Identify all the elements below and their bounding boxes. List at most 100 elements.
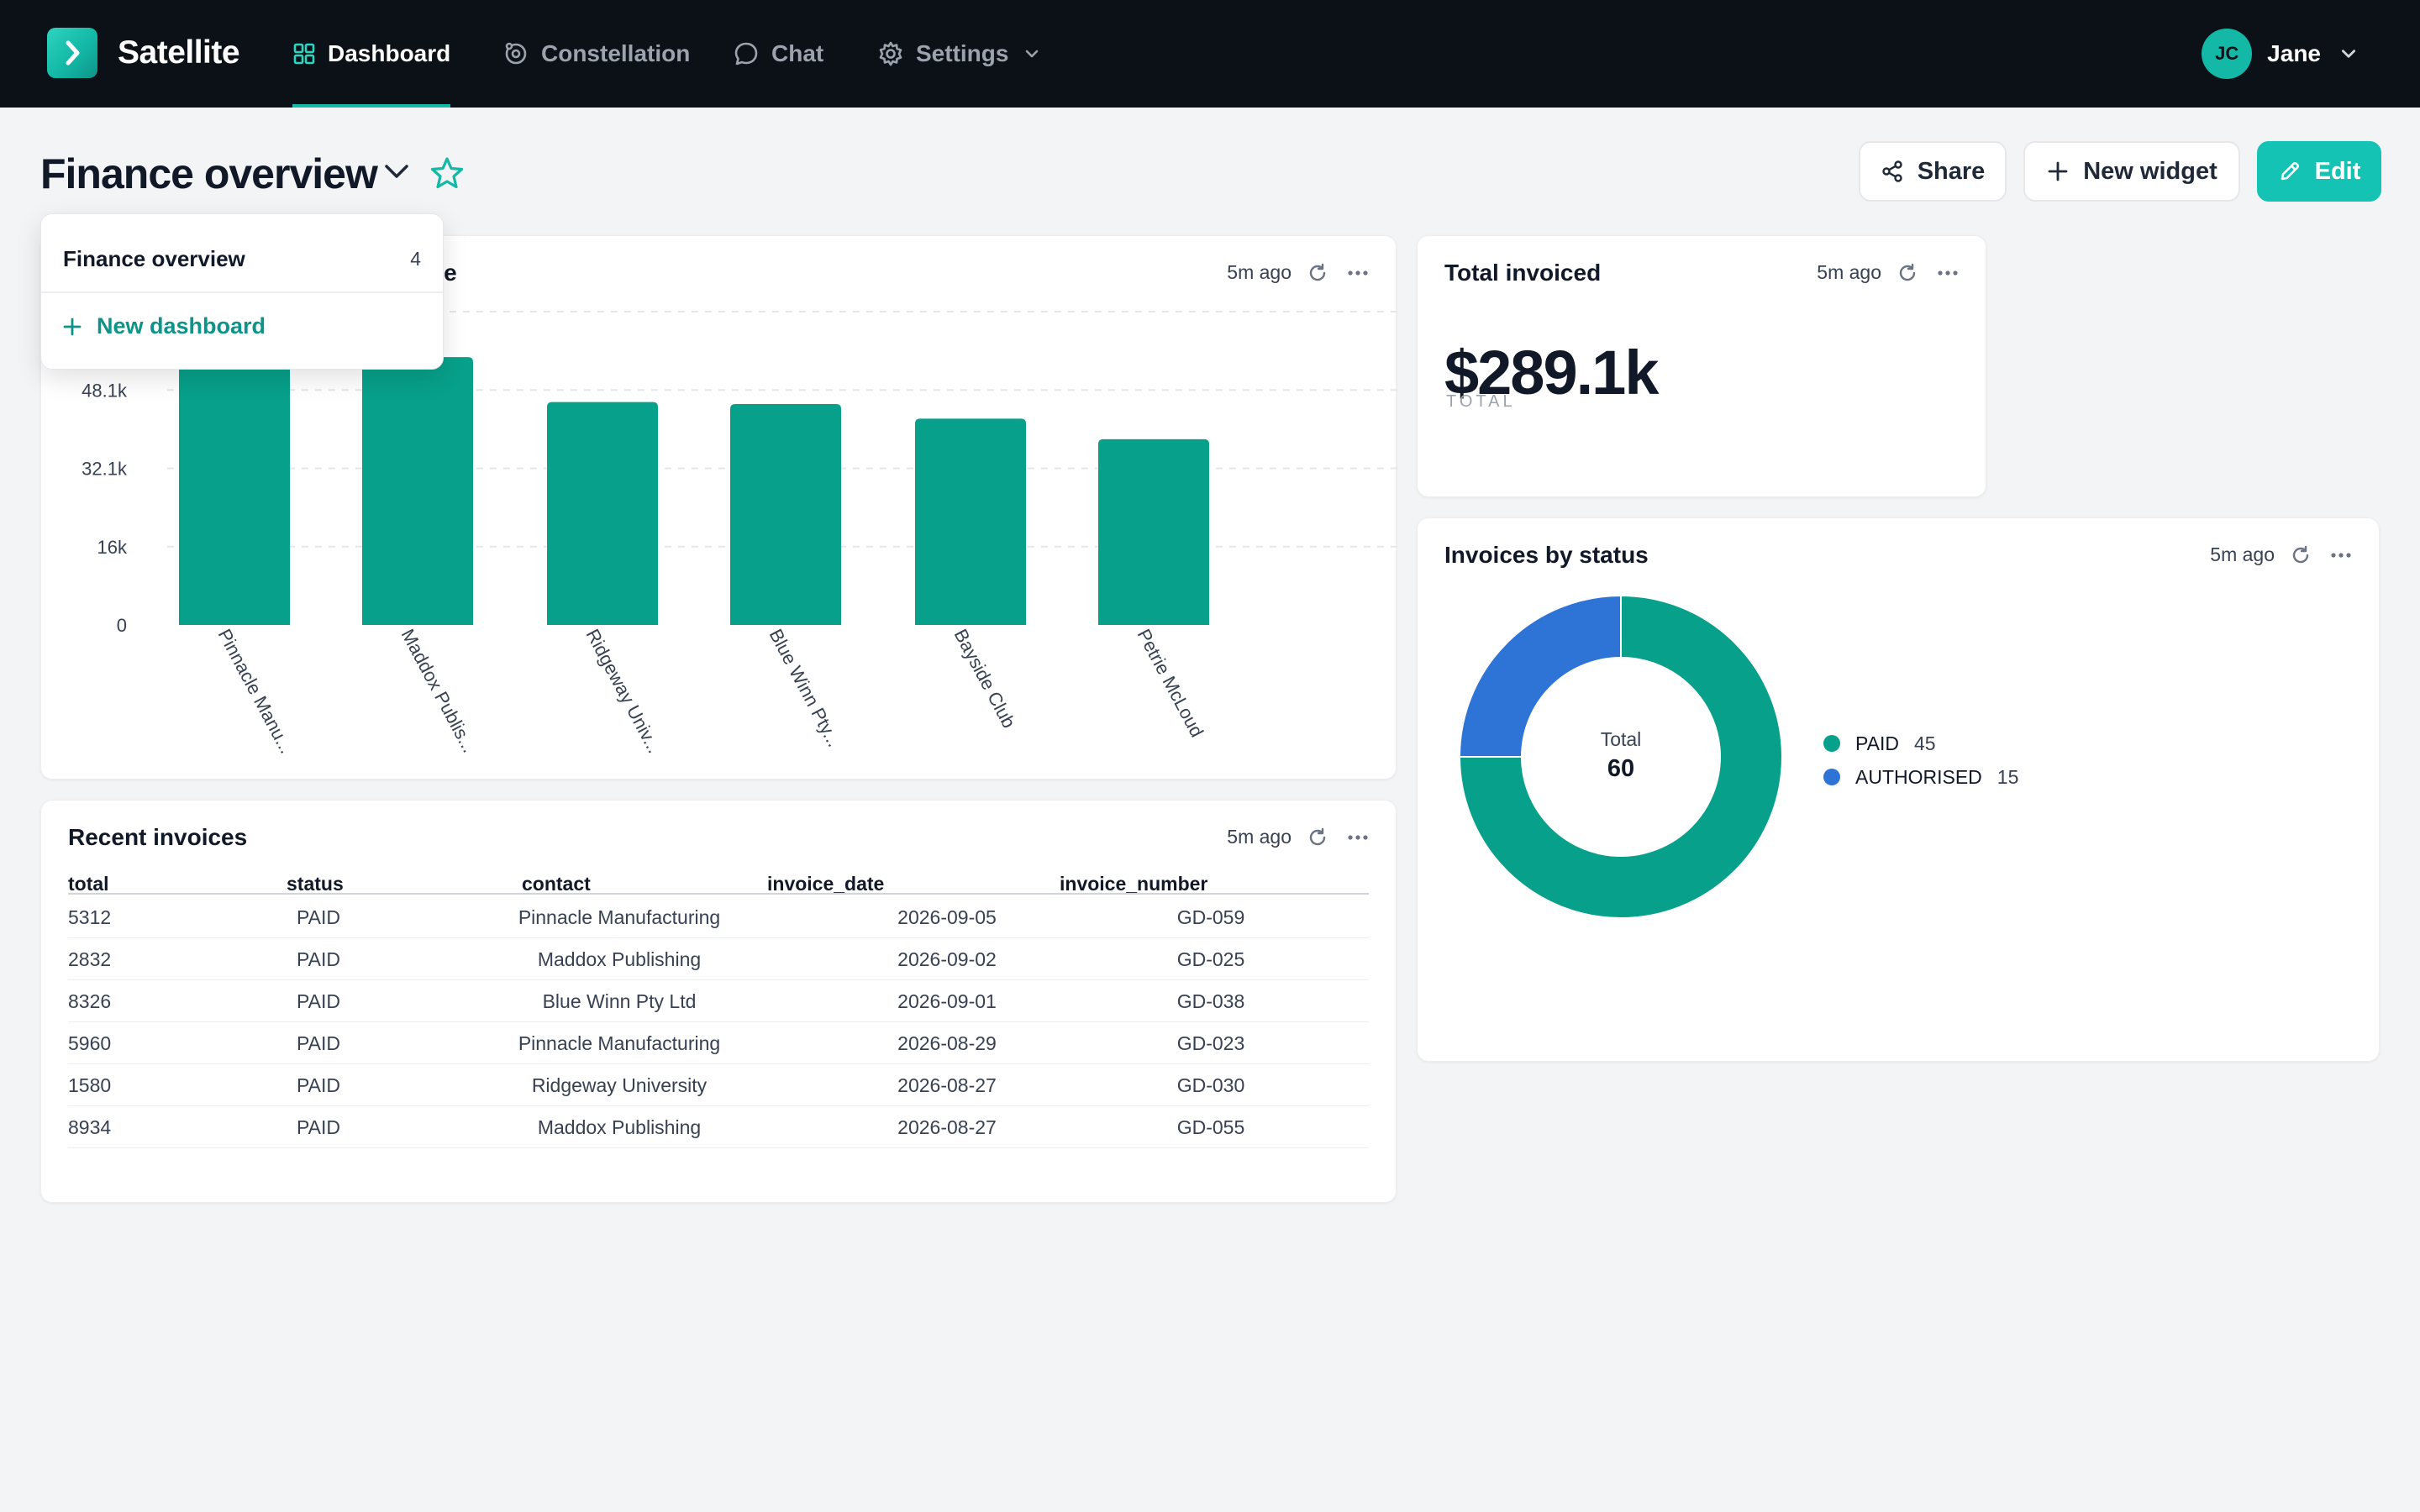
satellite-logo-icon bbox=[47, 28, 97, 78]
card-tools: 5m ago bbox=[2210, 543, 2352, 566]
column-header-total[interactable]: total bbox=[68, 873, 109, 895]
x-tick-label: Petrie McLoud bbox=[1134, 626, 1208, 741]
edit-label: Edit bbox=[2314, 157, 2361, 185]
nav-constellation-label: Constellation bbox=[541, 40, 691, 66]
brand[interactable]: Satellite bbox=[47, 28, 240, 78]
nav-constellation[interactable]: Constellation bbox=[502, 0, 690, 108]
table-cell-status: PAID bbox=[297, 1032, 340, 1054]
card-tools: 5m ago bbox=[1817, 261, 1959, 284]
x-tick-label: Pinnacle Manu... bbox=[214, 626, 297, 757]
table-cell-total: 5960 bbox=[68, 1032, 112, 1054]
table-row[interactable]: 8934 PAID Maddox Publishing 2026-08-27 GD-05… bbox=[68, 1106, 1369, 1148]
legend-count: 15 bbox=[1996, 765, 2019, 788]
nav-chat-label: Chat bbox=[771, 40, 824, 66]
total-invoiced-card: Total invoiced 5m ago $289.1k TOTAL bbox=[1417, 235, 1986, 497]
share-button[interactable]: Share bbox=[1859, 141, 2007, 202]
edit-button[interactable]: Edit bbox=[2257, 141, 2381, 202]
bar[interactable] bbox=[730, 403, 841, 625]
new-widget-button[interactable]: New widget bbox=[2023, 141, 2240, 202]
card-title: Recent invoices bbox=[68, 824, 248, 850]
table-header-divider bbox=[68, 893, 1369, 895]
card-title: Invoices by status bbox=[1444, 542, 1649, 568]
table-cell-invoice-number: GD-030 bbox=[1176, 1074, 1245, 1096]
nav-dashboard[interactable]: Dashboard bbox=[292, 0, 451, 108]
x-tick-label: Ridgeway Univ... bbox=[582, 626, 666, 757]
table-cell-invoice-number: GD-038 bbox=[1176, 990, 1245, 1012]
top-navigation: Satellite Dashboard Constellation Chat S… bbox=[0, 0, 2420, 108]
legend-count: 45 bbox=[1913, 732, 1936, 754]
table-cell-invoice-number: GD-023 bbox=[1176, 1032, 1245, 1054]
table-cell-total: 1580 bbox=[68, 1074, 112, 1096]
updated-ago: 5m ago bbox=[1817, 261, 1881, 283]
nav-chat[interactable]: Chat bbox=[733, 0, 823, 108]
table-row[interactable]: 5312 PAID Pinnacle Manufacturing 2026-09-05… bbox=[68, 896, 1369, 938]
avatar: JC bbox=[2202, 29, 2253, 79]
table-cell-invoice-date: 2026-09-05 bbox=[897, 906, 997, 928]
table-cell-invoice-date: 2026-08-27 bbox=[897, 1074, 997, 1096]
table-cell-invoice-date: 2026-08-27 bbox=[897, 1116, 997, 1138]
more-options-icon[interactable] bbox=[1347, 834, 1369, 841]
table-cell-invoice-date: 2026-09-01 bbox=[897, 990, 997, 1012]
table-row[interactable]: 8326 PAID Blue Winn Pty Ltd 2026-09-01 GD-03… bbox=[68, 980, 1369, 1022]
refresh-icon[interactable] bbox=[1307, 827, 1328, 848]
column-header-invoice-number[interactable]: invoice_number bbox=[1060, 873, 1207, 895]
donut-center-value: 60 bbox=[1607, 755, 1635, 782]
bar[interactable] bbox=[915, 418, 1026, 625]
bar[interactable] bbox=[1098, 438, 1209, 625]
new-dashboard-button[interactable]: New dashboard bbox=[63, 313, 266, 339]
legend-label: AUTHORISED bbox=[1855, 765, 1982, 788]
legend-item-paid[interactable]: PAID 45 bbox=[1823, 727, 2018, 760]
column-header-status[interactable]: status bbox=[287, 873, 344, 895]
favorite-star-icon[interactable] bbox=[429, 155, 466, 192]
table-cell-status: PAID bbox=[297, 1116, 340, 1138]
share-icon bbox=[1881, 160, 1902, 182]
user-menu[interactable]: JC Jane bbox=[2202, 29, 2358, 79]
page-title[interactable]: Finance overview bbox=[40, 150, 378, 198]
table-cell-contact: Ridgeway University bbox=[531, 1074, 708, 1096]
gear-icon bbox=[879, 41, 902, 66]
refresh-icon[interactable] bbox=[1897, 262, 1918, 284]
donut-center-label: Total bbox=[1600, 728, 1642, 750]
table-cell-total: 2832 bbox=[68, 948, 112, 970]
nav-settings[interactable]: Settings bbox=[877, 0, 1040, 108]
bar[interactable] bbox=[362, 357, 473, 625]
refresh-icon[interactable] bbox=[2290, 544, 2312, 566]
table-cell-total: 8326 bbox=[68, 990, 112, 1012]
column-header-contact[interactable]: contact bbox=[522, 873, 591, 895]
updated-ago: 5m ago bbox=[2210, 543, 2275, 565]
table-cell-total: 8934 bbox=[68, 1116, 112, 1138]
table-cell-contact: Blue Winn Pty Ltd bbox=[542, 990, 697, 1012]
dropdown-divider bbox=[41, 291, 443, 293]
table-cell-invoice-number: GD-055 bbox=[1176, 1116, 1245, 1138]
table-cell-invoice-number: GD-059 bbox=[1176, 906, 1245, 928]
more-options-icon[interactable] bbox=[2330, 552, 2352, 559]
pencil-icon bbox=[2281, 161, 2299, 181]
table-cell-total: 5312 bbox=[68, 906, 112, 928]
y-tick-label: 48.1k bbox=[82, 380, 128, 401]
dropdown-item-finance-overview[interactable]: Finance overview bbox=[63, 246, 245, 272]
table-row[interactable]: 2832 PAID Maddox Publishing 2026-09-02 GD-02… bbox=[68, 938, 1369, 980]
chat-bubble-icon bbox=[734, 42, 758, 66]
table-cell-status: PAID bbox=[297, 990, 340, 1012]
more-options-icon[interactable] bbox=[1937, 270, 1959, 276]
user-name: Jane bbox=[2267, 40, 2321, 66]
share-label: Share bbox=[1917, 157, 1986, 185]
table-row[interactable]: 5960 PAID Pinnacle Manufacturing 2026-08-29… bbox=[68, 1022, 1369, 1064]
bar[interactable] bbox=[547, 402, 658, 625]
table-cell-contact: Pinnacle Manufacturing bbox=[518, 906, 721, 928]
invoices-by-status-card: Invoices by status 5m ago Total 60 PAID … bbox=[1417, 517, 2380, 1062]
orbit-icon bbox=[505, 42, 527, 65]
grid-icon bbox=[293, 43, 315, 65]
card-tools: 5m ago bbox=[1227, 826, 1369, 848]
nav-settings-label: Settings bbox=[916, 40, 1009, 66]
legend-item-authorised[interactable]: AUTHORISED 15 bbox=[1823, 760, 2018, 794]
new-widget-label: New widget bbox=[2083, 157, 2217, 185]
updated-ago: 5m ago bbox=[1227, 826, 1292, 848]
table-cell-contact: Pinnacle Manufacturing bbox=[518, 1032, 721, 1054]
table-row[interactable]: 1580 PAID Ridgeway University 2026-08-27 GD-… bbox=[68, 1064, 1369, 1106]
column-header-invoice-date[interactable]: invoice_date bbox=[767, 873, 884, 895]
dashboard-switcher-chevron-icon[interactable] bbox=[380, 160, 413, 185]
bar[interactable] bbox=[179, 344, 290, 625]
nav-dashboard-label: Dashboard bbox=[328, 40, 451, 66]
table-cell-status: PAID bbox=[297, 1074, 340, 1096]
